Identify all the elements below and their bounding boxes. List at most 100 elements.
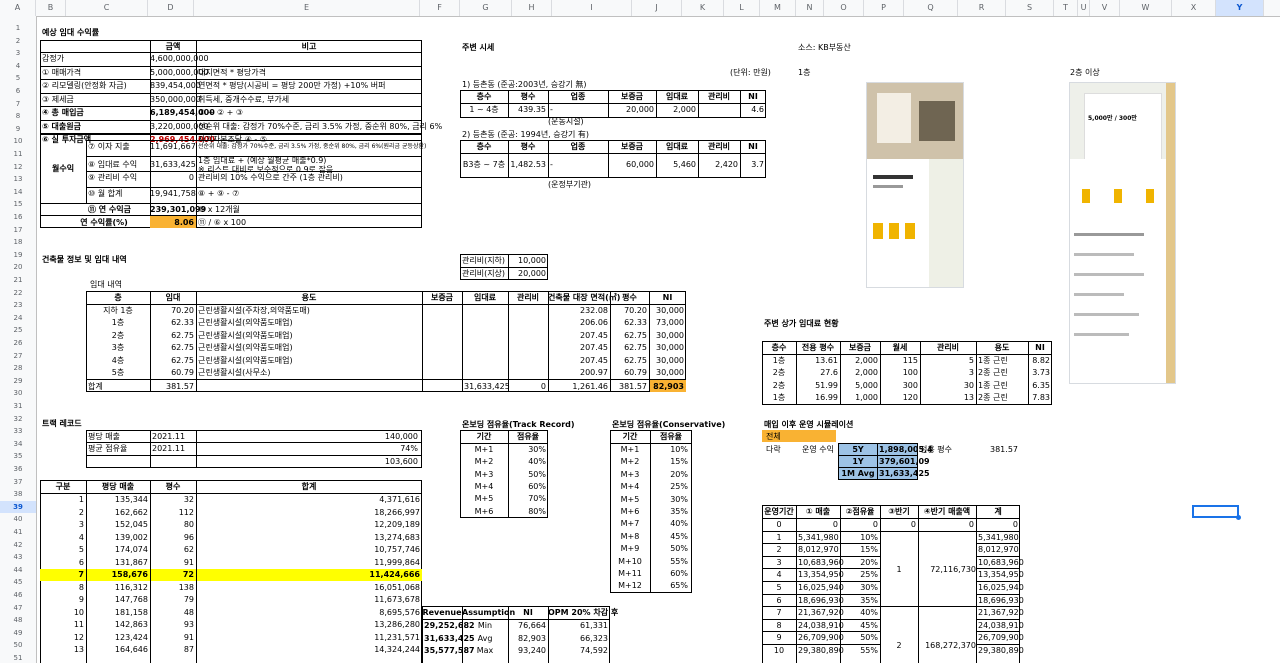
row-header-21[interactable]: 21 bbox=[0, 274, 36, 286]
row-header-36[interactable]: 36 bbox=[0, 463, 36, 475]
column-header-G[interactable]: G bbox=[460, 0, 512, 16]
row-header-48[interactable]: 48 bbox=[0, 614, 36, 626]
row-header-22[interactable]: 22 bbox=[0, 287, 36, 299]
nearby-cell: 13.61 bbox=[815, 356, 838, 365]
column-header-A[interactable]: A bbox=[0, 0, 36, 16]
column-header-Q[interactable]: Q bbox=[904, 0, 958, 16]
row-header-43[interactable]: 43 bbox=[0, 551, 36, 563]
column-header-Y[interactable]: Y bbox=[1216, 0, 1264, 16]
row-header-20[interactable]: 20 bbox=[0, 261, 36, 273]
row-header-51[interactable]: 51 bbox=[0, 652, 36, 664]
column-header-N[interactable]: N bbox=[796, 0, 824, 16]
column-header-K[interactable]: K bbox=[682, 0, 724, 16]
row-header-5[interactable]: 5 bbox=[0, 72, 36, 84]
row-header-27[interactable]: 27 bbox=[0, 350, 36, 362]
row-header-18[interactable]: 18 bbox=[0, 236, 36, 248]
column-header-D[interactable]: D bbox=[148, 0, 194, 16]
column-header-Z[interactable]: Z bbox=[1264, 0, 1280, 16]
track-cell: 3 bbox=[78, 520, 84, 529]
column-header-F[interactable]: F bbox=[420, 0, 460, 16]
ops-cell: 16,025,940 bbox=[978, 583, 1024, 592]
row-header-8[interactable]: 8 bbox=[0, 110, 36, 122]
row-header-32[interactable]: 32 bbox=[0, 413, 36, 425]
row-header-34[interactable]: 34 bbox=[0, 438, 36, 450]
column-header-V[interactable]: V bbox=[1090, 0, 1120, 16]
column-header-R[interactable]: R bbox=[958, 0, 1006, 16]
column-header-S[interactable]: S bbox=[1006, 0, 1054, 16]
column-header-L[interactable]: L bbox=[724, 0, 760, 16]
row-header-2[interactable]: 2 bbox=[0, 35, 36, 47]
row-header-3[interactable]: 3 bbox=[0, 47, 36, 59]
row-header-16[interactable]: 16 bbox=[0, 211, 36, 223]
row-header-26[interactable]: 26 bbox=[0, 337, 36, 349]
row-header-46[interactable]: 46 bbox=[0, 589, 36, 601]
ops-cell: 0 bbox=[968, 520, 974, 529]
row-header-42[interactable]: 42 bbox=[0, 539, 36, 551]
column-header-O[interactable]: O bbox=[824, 0, 864, 16]
row-header-31[interactable]: 31 bbox=[0, 400, 36, 412]
column-header-W[interactable]: W bbox=[1120, 0, 1172, 16]
row-header-24[interactable]: 24 bbox=[0, 312, 36, 324]
row-header-13[interactable]: 13 bbox=[0, 173, 36, 185]
row-header-25[interactable]: 25 bbox=[0, 324, 36, 336]
row-header-4[interactable]: 4 bbox=[0, 60, 36, 72]
row-header-30[interactable]: 30 bbox=[0, 387, 36, 399]
monthly-row-value: 19,941,758 bbox=[150, 188, 196, 198]
row-header-6[interactable]: 6 bbox=[0, 85, 36, 97]
building-cell: 5층 bbox=[111, 368, 125, 377]
row-header-14[interactable]: 14 bbox=[0, 186, 36, 198]
row-header-29[interactable]: 29 bbox=[0, 375, 36, 387]
column-header-P[interactable]: P bbox=[864, 0, 904, 16]
row-header-38[interactable]: 38 bbox=[0, 488, 36, 500]
column-header-B[interactable]: B bbox=[36, 0, 66, 16]
row-header-40[interactable]: 40 bbox=[0, 513, 36, 525]
fill-handle[interactable] bbox=[1236, 515, 1241, 520]
row-header-12[interactable]: 12 bbox=[0, 161, 36, 173]
building-cell: 73,000 bbox=[656, 318, 684, 328]
row-header-23[interactable]: 23 bbox=[0, 299, 36, 311]
row-header-50[interactable]: 50 bbox=[0, 639, 36, 651]
ops-cell: 45% bbox=[860, 620, 878, 630]
row-header-19[interactable]: 19 bbox=[0, 249, 36, 261]
row-header-35[interactable]: 35 bbox=[0, 450, 36, 462]
column-header-U[interactable]: U bbox=[1078, 0, 1090, 16]
row-header-17[interactable]: 17 bbox=[0, 224, 36, 236]
track-cell: 12,209,189 bbox=[374, 520, 420, 529]
ops-cell: 26,709,900 bbox=[978, 633, 1024, 643]
occ-cons-period: M+5 bbox=[620, 494, 640, 504]
building-cell: 근린생활시설(의약품도매업) bbox=[198, 355, 293, 365]
row-header-33[interactable]: 33 bbox=[0, 425, 36, 437]
column-header-J[interactable]: J bbox=[632, 0, 682, 16]
row-header-9[interactable]: 9 bbox=[0, 123, 36, 135]
building-cell: 207.45 bbox=[580, 355, 608, 365]
row-header-15[interactable]: 15 bbox=[0, 198, 36, 210]
row-header-28[interactable]: 28 bbox=[0, 362, 36, 374]
ops-cell: 10,683,960 bbox=[798, 557, 844, 567]
column-header-I[interactable]: I bbox=[552, 0, 632, 16]
track-cell: 174,074 bbox=[114, 545, 148, 554]
revenue-cell: 61,331 bbox=[580, 621, 608, 630]
row-header-47[interactable]: 47 bbox=[0, 602, 36, 614]
selected-cell-Y39[interactable] bbox=[1192, 505, 1239, 518]
column-header-H[interactable]: H bbox=[512, 0, 552, 16]
row-header-41[interactable]: 41 bbox=[0, 526, 36, 538]
column-header-T[interactable]: T bbox=[1054, 0, 1078, 16]
ops-cell: 18,696,930 bbox=[978, 595, 1024, 605]
track-cell: 80 bbox=[183, 520, 194, 529]
income-row-label: ② 리모델링(안정화 자금) bbox=[42, 81, 127, 90]
occ-cons-period: M+3 bbox=[620, 469, 640, 479]
column-header-M[interactable]: M bbox=[760, 0, 796, 16]
row-header-7[interactable]: 7 bbox=[0, 98, 36, 110]
occ-track-value: 70% bbox=[528, 494, 546, 504]
row-header-49[interactable]: 49 bbox=[0, 627, 36, 639]
row-header-11[interactable]: 11 bbox=[0, 148, 36, 160]
column-header-X[interactable]: X bbox=[1172, 0, 1216, 16]
column-header-C[interactable]: C bbox=[66, 0, 148, 16]
row-header-44[interactable]: 44 bbox=[0, 564, 36, 576]
row-header-45[interactable]: 45 bbox=[0, 576, 36, 588]
column-header-E[interactable]: E bbox=[194, 0, 420, 16]
row-header-10[interactable]: 10 bbox=[0, 135, 36, 147]
row-header-1[interactable]: 1 bbox=[0, 22, 36, 34]
row-header-39[interactable]: 39 bbox=[0, 500, 36, 513]
row-header-37[interactable]: 37 bbox=[0, 476, 36, 488]
